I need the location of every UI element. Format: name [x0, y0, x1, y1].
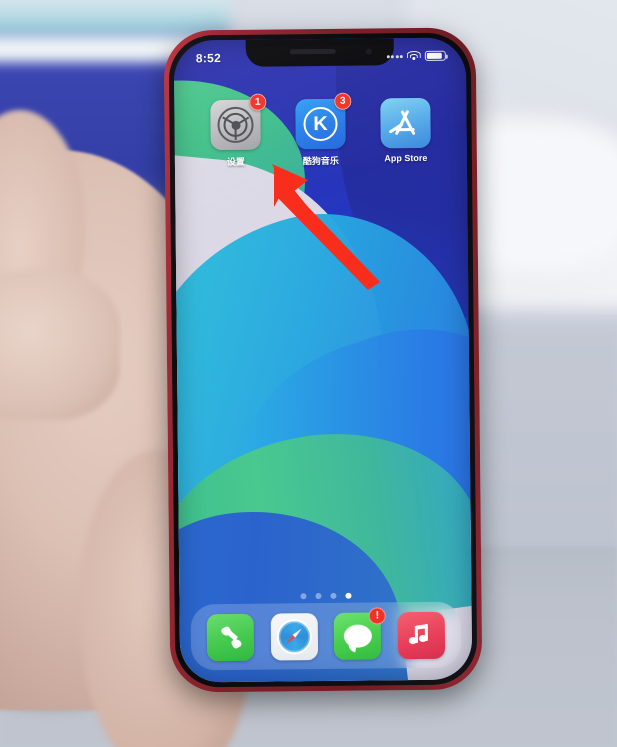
wifi-icon: [406, 50, 421, 61]
app-store-icon[interactable]: [380, 97, 431, 149]
app-label-app-store: App Store: [384, 152, 428, 164]
dock-app-music[interactable]: [397, 611, 445, 659]
dock-app-safari[interactable]: [270, 612, 318, 661]
compass-needle: [285, 627, 303, 646]
gear-glyph: [217, 106, 254, 144]
status-indicators: [386, 50, 446, 62]
thumb: [0, 270, 120, 420]
kugou-letter: K: [313, 112, 328, 135]
phone-bezel: 8:52 1 设置 K 3 酷狗音乐 App Store !: [168, 32, 478, 688]
phone-handset-glyph: [219, 625, 243, 649]
phone-screen[interactable]: 8:52 1 设置 K 3 酷狗音乐 App Store !: [173, 37, 473, 683]
battery-icon: [424, 50, 446, 61]
music-note-icon[interactable]: [397, 611, 445, 659]
page-dot-4-active[interactable]: [344, 592, 352, 599]
app-store-a-glyph: [388, 108, 421, 138]
app-kugou-music[interactable]: K 3 酷狗音乐: [286, 92, 355, 168]
dock: !: [190, 601, 462, 671]
music-note-glyph: [408, 623, 433, 647]
speech-bubble-glyph: [343, 624, 372, 648]
kugou-ring-glyph: K: [303, 106, 338, 142]
app-settings[interactable]: 1 设置: [201, 93, 270, 169]
status-bar: 8:52: [174, 37, 466, 70]
home-screen-app-grid: 1 设置 K 3 酷狗音乐 App Store: [174, 92, 467, 169]
iphone-device: 8:52 1 设置 K 3 酷狗音乐 App Store !: [163, 27, 483, 693]
kugou-music-icon[interactable]: K 3: [295, 92, 352, 150]
app-label-kugou: 酷狗音乐: [302, 155, 339, 167]
app-label-settings: 设置: [226, 156, 245, 167]
signal-dots-icon: [386, 54, 403, 58]
app-app-store[interactable]: App Store: [371, 97, 440, 167]
dock-app-phone[interactable]: [207, 613, 255, 661]
safari-compass-icon[interactable]: [270, 612, 318, 661]
badge-messages: !: [368, 606, 386, 625]
compass-dial-glyph: [276, 618, 312, 654]
settings-gear-icon[interactable]: 1: [210, 93, 267, 151]
dock-app-messages[interactable]: !: [333, 606, 386, 660]
badge-settings: 1: [249, 93, 267, 111]
page-dot-2[interactable]: [314, 593, 322, 600]
status-time: 8:52: [195, 51, 222, 66]
page-dot-3[interactable]: [329, 592, 337, 599]
page-dot-1[interactable]: [299, 593, 307, 600]
badge-kugou: 3: [334, 92, 352, 110]
phone-icon[interactable]: [207, 613, 255, 661]
